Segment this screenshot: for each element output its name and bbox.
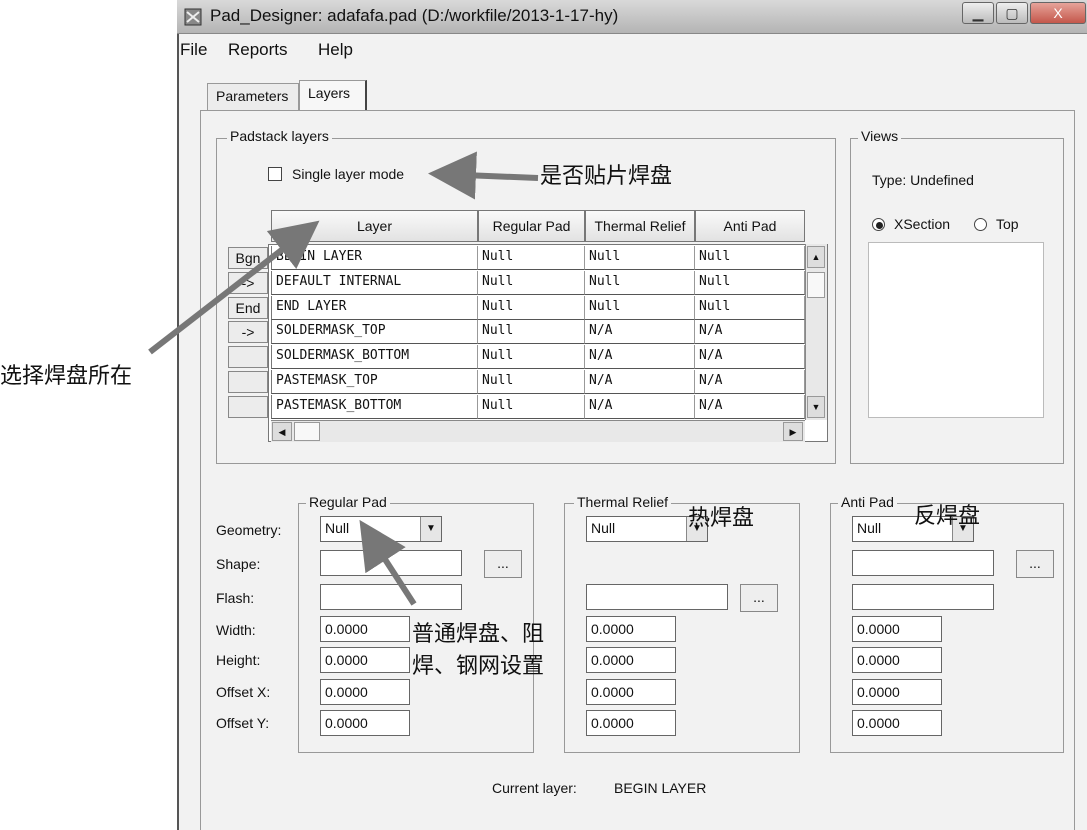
annotation-smd: 是否贴片焊盘 xyxy=(540,163,673,188)
annotation-regular-line2: 焊、钢网设置 xyxy=(412,653,545,678)
annotation-anti: 反焊盘 xyxy=(914,503,981,528)
annotation-arrows xyxy=(148,151,539,606)
arrow-to-regular-geometry xyxy=(359,519,417,606)
annotation-thermal: 热焊盘 xyxy=(688,505,755,530)
arrow-to-single-layer xyxy=(428,151,539,200)
annotation-regular-line1: 普通焊盘、阻 xyxy=(412,621,545,646)
arrow-to-layer-column xyxy=(148,220,320,355)
annotation-select-layer: 选择焊盘所在 xyxy=(0,363,133,388)
